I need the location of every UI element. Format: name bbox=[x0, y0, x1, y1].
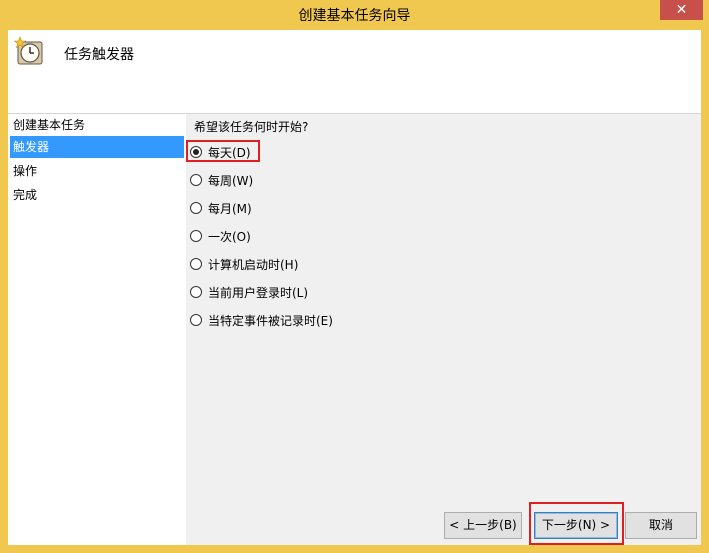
radio-label: 当特定事件被记录时(E) bbox=[208, 313, 333, 328]
back-button[interactable]: < 上一步(B) bbox=[444, 512, 522, 539]
radio-label: 一次(O) bbox=[208, 229, 251, 244]
radio-button[interactable] bbox=[190, 314, 202, 326]
title-bar[interactable]: 创建基本任务向导 ✕ bbox=[0, 0, 709, 28]
radio-option-daily[interactable]: 每天(D) bbox=[190, 141, 251, 163]
radio-button[interactable] bbox=[190, 174, 202, 186]
page-title: 任务触发器 bbox=[64, 47, 134, 63]
radio-option-startup[interactable]: 计算机启动时(H) bbox=[190, 253, 298, 275]
close-button[interactable]: ✕ bbox=[660, 0, 703, 20]
wizard-header: 任务触发器 bbox=[8, 30, 701, 114]
nav-item-trigger[interactable]: 触发器 bbox=[10, 136, 184, 158]
radio-label: 每周(W) bbox=[208, 173, 254, 188]
radio-button[interactable] bbox=[190, 286, 202, 298]
radio-button[interactable] bbox=[190, 202, 202, 214]
wizard-steps-nav: 创建基本任务 触发器 操作 完成 bbox=[8, 114, 186, 545]
nav-item-action[interactable]: 操作 bbox=[10, 160, 184, 182]
radio-label: 每天(D) bbox=[208, 145, 251, 160]
radio-label: 计算机启动时(H) bbox=[208, 257, 299, 272]
wizard-window: 创建基本任务向导 ✕ 任务触发器 创建基本任务 触发器 操作 完成 希望该任务何… bbox=[0, 0, 709, 553]
radio-option-weekly[interactable]: 每周(W) bbox=[190, 169, 253, 191]
trigger-question: 希望该任务何时开始? bbox=[194, 120, 309, 134]
radio-button[interactable] bbox=[190, 258, 202, 270]
nav-item-create-basic-task[interactable]: 创建基本任务 bbox=[10, 114, 184, 136]
radio-label: 每月(M) bbox=[208, 201, 252, 216]
cancel-button[interactable]: 取消 bbox=[625, 512, 697, 539]
radio-button[interactable] bbox=[190, 230, 202, 242]
next-button[interactable]: 下一步(N) > bbox=[534, 512, 618, 539]
clock-task-icon bbox=[14, 36, 43, 65]
radio-button[interactable] bbox=[190, 146, 202, 158]
trigger-options-panel: 希望该任务何时开始? 每天(D) 每周(W) 每月(M) 一次(O) 计算机启动… bbox=[186, 114, 701, 494]
client-area: 任务触发器 创建基本任务 触发器 操作 完成 希望该任务何时开始? 每天(D) … bbox=[8, 30, 701, 545]
radio-label: 当前用户登录时(L) bbox=[208, 285, 309, 300]
window-title: 创建基本任务向导 bbox=[298, 8, 411, 24]
radio-option-monthly[interactable]: 每月(M) bbox=[190, 197, 252, 219]
nav-item-finish[interactable]: 完成 bbox=[10, 184, 184, 206]
radio-option-logon[interactable]: 当前用户登录时(L) bbox=[190, 281, 308, 303]
radio-option-event[interactable]: 当特定事件被记录时(E) bbox=[190, 309, 333, 331]
radio-option-once[interactable]: 一次(O) bbox=[190, 225, 251, 247]
